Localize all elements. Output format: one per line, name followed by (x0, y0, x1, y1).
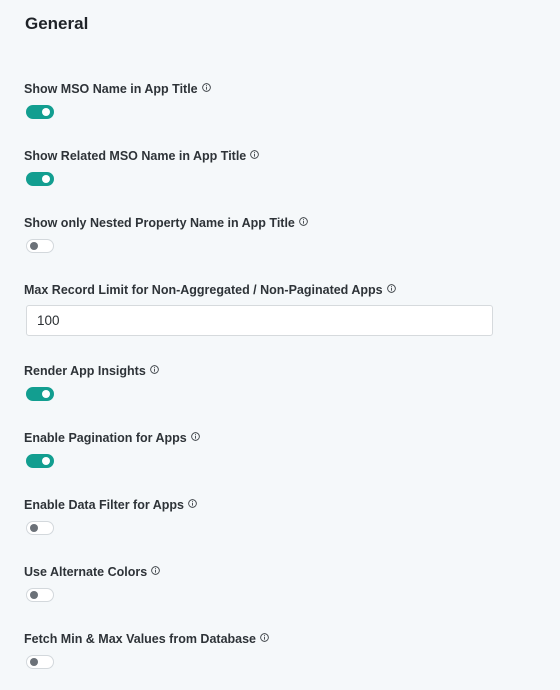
setting-label: Show only Nested Property Name in App Ti… (24, 216, 295, 230)
max-record-limit-input[interactable] (26, 305, 493, 336)
setting-max-record-limit: Max Record Limit for Non-Aggregated / No… (24, 282, 493, 336)
setting-label: Show MSO Name in App Title (24, 82, 198, 96)
info-icon[interactable] (201, 83, 211, 92)
toggle-knob (30, 524, 38, 532)
show-related-mso-name-toggle[interactable] (26, 172, 54, 186)
info-icon[interactable] (188, 499, 197, 508)
info-icon[interactable] (151, 566, 161, 575)
setting-fetch-min-max-values: Fetch Min & Max Values from Database (24, 631, 269, 669)
toggle-knob (42, 108, 50, 116)
setting-label: Max Record Limit for Non-Aggregated / No… (24, 283, 383, 297)
setting-use-alternate-colors: Use Alternate Colors (24, 564, 161, 602)
setting-show-related-mso-name: Show Related MSO Name in App Title (24, 148, 260, 186)
info-icon[interactable] (250, 150, 260, 159)
info-icon[interactable] (260, 633, 269, 642)
toggle-knob (30, 658, 38, 666)
section-title: General (25, 14, 89, 33)
setting-label: Enable Pagination for Apps (24, 431, 187, 445)
info-icon[interactable] (149, 365, 159, 374)
setting-render-app-insights: Render App Insights (24, 363, 159, 401)
info-icon[interactable] (386, 284, 396, 293)
setting-label: Render App Insights (24, 364, 146, 378)
setting-enable-data-filter: Enable Data Filter for Apps (24, 497, 197, 535)
toggle-knob (42, 175, 50, 183)
info-icon[interactable] (190, 432, 200, 441)
enable-data-filter-toggle[interactable] (26, 521, 54, 535)
use-alternate-colors-toggle[interactable] (26, 588, 54, 602)
render-app-insights-toggle[interactable] (26, 387, 54, 401)
toggle-knob (42, 390, 50, 398)
setting-label: Fetch Min & Max Values from Database (24, 632, 257, 646)
show-nested-property-name-toggle[interactable] (26, 239, 54, 253)
setting-show-mso-name: Show MSO Name in App Title (24, 81, 211, 119)
toggle-knob (30, 242, 38, 250)
setting-label: Use Alternate Colors (24, 565, 148, 579)
setting-label: Show Related MSO Name in App Title (24, 149, 247, 163)
enable-pagination-toggle[interactable] (26, 454, 54, 468)
setting-label: Enable Data Filter for Apps (24, 498, 184, 512)
fetch-min-max-values-toggle[interactable] (26, 655, 54, 669)
toggle-knob (42, 457, 50, 465)
show-mso-name-toggle[interactable] (26, 105, 54, 119)
setting-show-nested-property-name: Show only Nested Property Name in App Ti… (24, 215, 308, 253)
toggle-knob (30, 591, 38, 599)
setting-enable-pagination: Enable Pagination for Apps (24, 430, 200, 468)
info-icon[interactable] (299, 217, 308, 226)
